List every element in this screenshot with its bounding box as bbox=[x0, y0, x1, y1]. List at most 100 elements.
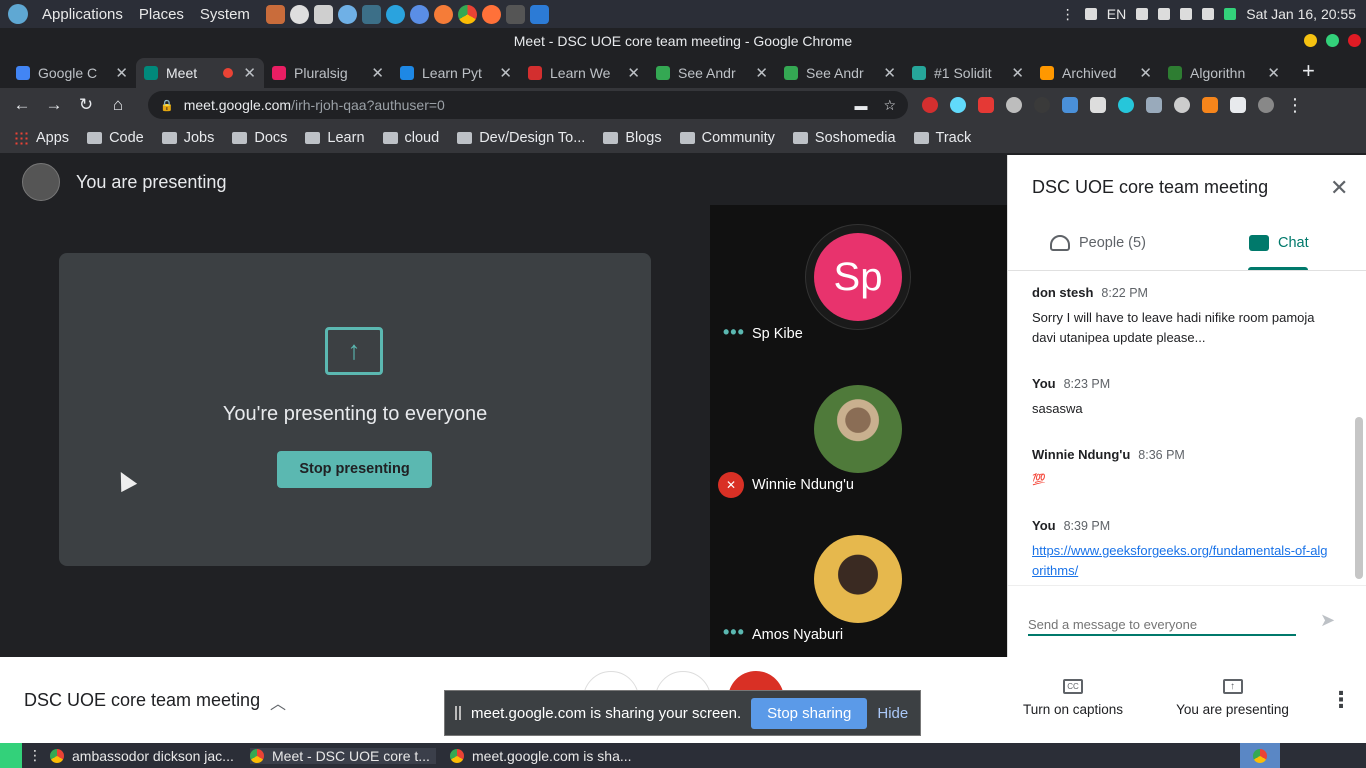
app-launcher-icon[interactable] bbox=[265, 4, 285, 24]
extension-icon[interactable] bbox=[1062, 97, 1078, 113]
stop-sharing-button[interactable]: Stop sharing bbox=[751, 697, 868, 729]
telegram-icon[interactable] bbox=[385, 4, 405, 24]
system-menu[interactable]: System bbox=[192, 6, 258, 23]
browser-tab[interactable]: Archived ✕ bbox=[1032, 58, 1160, 88]
metamask-icon[interactable] bbox=[1202, 97, 1218, 113]
browser-tab[interactable]: Learn Pyt ✕ bbox=[392, 58, 520, 88]
workspace-switcher[interactable] bbox=[1240, 743, 1280, 768]
app-launcher-icon[interactable] bbox=[433, 4, 453, 24]
close-tab-icon[interactable]: ✕ bbox=[1139, 64, 1152, 82]
chat-message-input[interactable] bbox=[1028, 614, 1296, 636]
close-tab-icon[interactable]: ✕ bbox=[1267, 64, 1280, 82]
show-desktop-icon[interactable] bbox=[0, 743, 22, 768]
close-tab-icon[interactable]: ✕ bbox=[627, 64, 640, 82]
app-launcher-icon[interactable] bbox=[313, 4, 333, 24]
bookmark-folder[interactable]: Jobs bbox=[161, 130, 214, 146]
bookmark-folder[interactable]: Blogs bbox=[603, 130, 662, 146]
extension-icon[interactable] bbox=[978, 97, 994, 113]
tab-chat[interactable]: Chat bbox=[1249, 235, 1309, 251]
browser-tab[interactable]: #1 Solidit ✕ bbox=[904, 58, 1032, 88]
battery-icon[interactable] bbox=[1224, 8, 1237, 20]
bookmark-apps[interactable]: Apps bbox=[14, 130, 69, 146]
browser-tab[interactable]: See Andr ✕ bbox=[648, 58, 776, 88]
terminal-icon[interactable] bbox=[505, 4, 525, 24]
close-tab-icon[interactable]: ✕ bbox=[371, 64, 384, 82]
drag-handle-icon[interactable] bbox=[455, 706, 461, 720]
taskbar-item[interactable]: ambassodor dickson jac... bbox=[50, 748, 236, 764]
taskbar-item[interactable]: meet.google.com is sha... bbox=[450, 748, 636, 764]
bookmark-star-icon[interactable]: ☆ bbox=[883, 97, 896, 114]
extension-icon[interactable] bbox=[1174, 97, 1190, 113]
pen-extension-icon[interactable] bbox=[1146, 97, 1162, 113]
app-launcher-icon[interactable] bbox=[337, 4, 357, 24]
close-window-icon[interactable] bbox=[1348, 34, 1361, 47]
bluetooth-icon[interactable] bbox=[1084, 8, 1097, 20]
clock[interactable]: Sat Jan 16, 20:55 bbox=[1246, 6, 1356, 22]
app-launcher-icon[interactable] bbox=[361, 4, 381, 24]
tab-people[interactable]: People (5) bbox=[1050, 235, 1146, 251]
applications-menu[interactable]: Applications bbox=[34, 6, 131, 23]
chevron-up-icon[interactable]: ︿ bbox=[270, 690, 286, 714]
wifi-icon[interactable] bbox=[1202, 8, 1215, 20]
taskbar-handle-icon[interactable]: ⋮ bbox=[28, 747, 42, 764]
extension-icon[interactable] bbox=[1090, 97, 1106, 113]
chrome-icon[interactable] bbox=[457, 4, 477, 24]
app-launcher-icon[interactable] bbox=[289, 4, 309, 24]
address-bar[interactable]: 🔒 meet.google.com/irh-rjoh-qaa?authuser=… bbox=[148, 91, 908, 119]
settings-extension-icon[interactable] bbox=[1006, 97, 1022, 113]
browser-tab[interactable]: Learn We ✕ bbox=[520, 58, 648, 88]
meeting-details-title[interactable]: DSC UOE core team meeting bbox=[24, 690, 260, 711]
participant-tile[interactable]: ✕ Winnie Ndung'u bbox=[710, 355, 1007, 505]
close-icon[interactable]: ✕ bbox=[1330, 175, 1348, 201]
browser-tab[interactable]: Google C ✕ bbox=[8, 58, 136, 88]
menu-dots-icon[interactable]: ⋮ bbox=[1061, 6, 1075, 23]
volume-icon[interactable] bbox=[1158, 8, 1171, 20]
chat-scrollbar[interactable] bbox=[1355, 417, 1363, 579]
bookmark-folder[interactable]: cloud bbox=[382, 130, 439, 146]
close-tab-icon[interactable]: ✕ bbox=[499, 64, 512, 82]
back-icon[interactable]: ← bbox=[6, 95, 38, 115]
new-tab-icon[interactable]: + bbox=[1302, 58, 1315, 84]
keyboard-layout[interactable]: EN bbox=[1107, 6, 1126, 22]
bookmark-folder[interactable]: Docs bbox=[232, 130, 287, 146]
browser-tab[interactable]: Algorithn ✕ bbox=[1160, 58, 1288, 88]
taskbar-item[interactable]: Meet - DSC UOE core t... bbox=[250, 747, 436, 764]
close-tab-icon[interactable]: ✕ bbox=[1011, 64, 1024, 82]
chrome-menu-icon[interactable]: ⋮ bbox=[1286, 95, 1304, 116]
location-icon[interactable] bbox=[1180, 8, 1193, 20]
browser-tab[interactable]: See Andr ✕ bbox=[776, 58, 904, 88]
browser-tab[interactable]: Pluralsig ✕ bbox=[264, 58, 392, 88]
minimize-icon[interactable] bbox=[1304, 34, 1317, 47]
vscode-icon[interactable] bbox=[529, 4, 549, 24]
firefox-icon[interactable] bbox=[481, 4, 501, 24]
more-options-icon[interactable]: ⋮ bbox=[1330, 687, 1352, 713]
browser-tab[interactable]: Meet ✕ bbox=[136, 58, 264, 88]
close-tab-icon[interactable]: ✕ bbox=[883, 64, 896, 82]
react-devtools-icon[interactable] bbox=[950, 97, 966, 113]
turn-on-captions-button[interactable]: CC Turn on captions bbox=[1018, 677, 1128, 717]
maximize-icon[interactable] bbox=[1326, 34, 1339, 47]
bookmark-folder[interactable]: Dev/Design To... bbox=[457, 130, 585, 146]
extensions-puzzle-icon[interactable] bbox=[1230, 97, 1246, 113]
extension-icon[interactable] bbox=[1034, 97, 1050, 113]
participant-tile[interactable]: ••• Amos Nyaburi bbox=[710, 505, 1007, 655]
participant-tile[interactable]: Sp ••• Sp Kibe bbox=[710, 205, 1007, 355]
profile-avatar[interactable] bbox=[1258, 97, 1274, 113]
os-logo-icon[interactable] bbox=[8, 4, 28, 24]
lock-icon[interactable]: 🔒 bbox=[160, 99, 174, 112]
microphone-icon[interactable] bbox=[1136, 8, 1149, 20]
home-icon[interactable]: ⌂ bbox=[102, 95, 134, 115]
camera-icon[interactable]: ▬ bbox=[854, 98, 867, 113]
bookmark-folder[interactable]: Track bbox=[913, 130, 971, 146]
hide-button[interactable]: Hide bbox=[877, 705, 908, 722]
send-icon[interactable]: ➤ bbox=[1320, 610, 1335, 631]
bookmark-folder[interactable]: Learn bbox=[305, 130, 365, 146]
close-tab-icon[interactable]: ✕ bbox=[115, 64, 128, 82]
bookmark-folder[interactable]: Community bbox=[679, 130, 775, 146]
you-are-presenting-button[interactable]: ↑ You are presenting bbox=[1170, 677, 1295, 717]
stop-presenting-button[interactable]: Stop presenting bbox=[277, 451, 432, 488]
app-launcher-icon[interactable] bbox=[409, 4, 429, 24]
bookmark-folder[interactable]: Code bbox=[87, 130, 144, 146]
close-tab-icon[interactable]: ✕ bbox=[755, 64, 768, 82]
extension-icon[interactable] bbox=[922, 97, 938, 113]
